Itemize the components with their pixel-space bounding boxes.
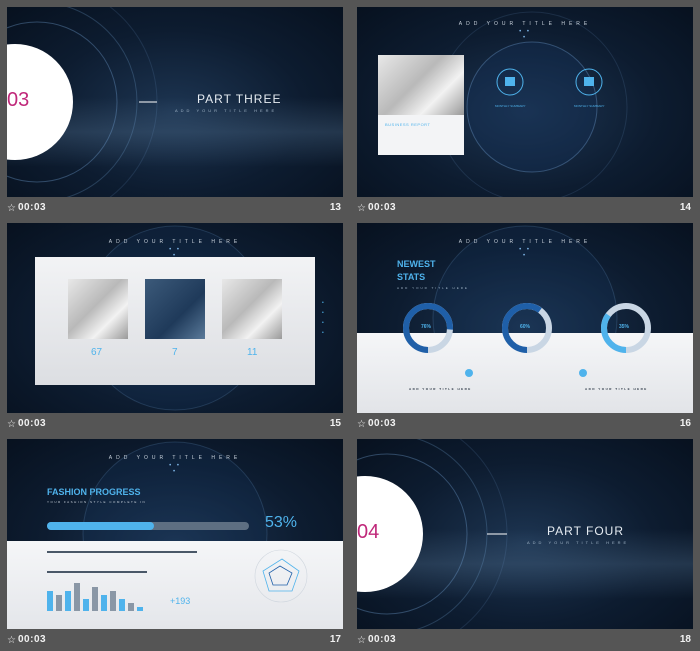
slide-duration: 00:03	[18, 418, 47, 429]
part-subtitle: ADD YOUR TITLE HERE	[527, 540, 630, 545]
star-icon: ☆	[357, 635, 366, 646]
donut-label-2: 60%	[520, 324, 531, 330]
slide-number: 18	[679, 634, 691, 645]
thumbnail-15[interactable]: ADD YOUR TITLE HERE • • • 67 7 11 • • • • ☆…	[7, 223, 343, 435]
thumbnail-13[interactable]: 03 PART THREE ADD YOUR TITLE HERE ☆ 00:0…	[7, 7, 343, 219]
summary-label-2: MONTHLY SUMMARY	[574, 104, 605, 108]
bar-mark	[74, 583, 80, 611]
stat-value-1: 67	[91, 347, 103, 358]
bar-mark	[137, 607, 143, 611]
thumbnail-18[interactable]: 04 PART FOUR ADD YOUR TITLE HERE ☆ 00:03…	[357, 439, 693, 651]
footer-marker-1	[465, 369, 473, 377]
donut-label-3: 35%	[619, 324, 630, 330]
bar-mark	[65, 591, 71, 611]
report-card	[378, 115, 464, 155]
footer-marker-2	[579, 369, 587, 377]
donut-charts	[403, 303, 651, 353]
bar-mark	[101, 595, 107, 611]
bar-mark	[110, 591, 116, 611]
footer-label-2: ADD YOUR TITLE HERE	[585, 387, 648, 391]
dots-right: • • • •	[322, 300, 324, 336]
slide-16-preview: ADD YOUR TITLE HERE • • • NEWEST STATS A…	[357, 223, 693, 413]
part-title: PART FOUR	[547, 524, 625, 538]
heading-dots: • • •	[519, 29, 531, 41]
bar-mark	[56, 595, 62, 611]
stat-value-3: 11	[247, 347, 258, 358]
slide-duration: 00:03	[368, 418, 397, 429]
star-icon: ☆	[7, 203, 16, 214]
slide-number: 17	[329, 634, 341, 645]
bar-mark	[92, 587, 98, 611]
bar-mark	[83, 599, 89, 611]
footer-label-1: ADD YOUR TITLE HERE	[409, 387, 472, 391]
bar-mark	[47, 591, 53, 611]
rings-decoration	[7, 7, 158, 197]
slide-heading: ADD YOUR TITLE HERE	[458, 21, 592, 27]
document-photo	[378, 55, 464, 115]
bar-mark	[128, 603, 134, 611]
slide-15-preview: ADD YOUR TITLE HERE • • • 67 7 11 • • • •	[7, 223, 343, 413]
star-icon: ☆	[357, 419, 366, 430]
slide-duration: 00:03	[18, 202, 47, 213]
thumbnail-14[interactable]: ADD YOUR TITLE HERE • • • BUSINESS REPOR…	[357, 7, 693, 219]
rings-decoration	[357, 439, 508, 629]
slide-number: 16	[679, 418, 691, 429]
stat-value-2: 7	[172, 347, 178, 358]
slide-18-preview: 04 PART FOUR ADD YOUR TITLE HERE	[357, 439, 693, 629]
document-photo	[222, 279, 282, 339]
slide-duration: 00:03	[368, 202, 397, 213]
slide-duration: 00:03	[18, 634, 47, 645]
summary-label-1: MONTHLY SUMMARY	[495, 104, 526, 108]
slide-number: 14	[679, 202, 691, 213]
section-badge: 04	[357, 521, 380, 543]
slide-17-preview: ADD YOUR TITLE HERE • • • FASHION PROGRE…	[7, 439, 343, 629]
presentation-photo	[145, 279, 205, 339]
thumbnail-16[interactable]: ADD YOUR TITLE HERE • • • NEWEST STATS A…	[357, 223, 693, 435]
donut-label-1: 76%	[421, 324, 432, 330]
meeting-photo	[68, 279, 128, 339]
counter-value: +193	[170, 596, 191, 606]
slide-13-preview: 03 PART THREE ADD YOUR TITLE HERE	[7, 7, 343, 197]
slide-number: 15	[329, 418, 341, 429]
part-title: PART THREE	[197, 92, 282, 106]
part-subtitle: ADD YOUR TITLE HERE	[175, 108, 278, 113]
bar-mark	[119, 599, 125, 611]
star-icon: ☆	[357, 203, 366, 214]
section-badge: 03	[7, 89, 30, 111]
card-title: BUSINESS REPORT	[385, 122, 431, 127]
slide-heading: ADD YOUR TITLE HERE	[108, 239, 242, 245]
slide-14-preview: ADD YOUR TITLE HERE • • • BUSINESS REPOR…	[357, 7, 693, 197]
slide-duration: 00:03	[368, 634, 397, 645]
thumbnail-17[interactable]: ADD YOUR TITLE HERE • • • FASHION PROGRE…	[7, 439, 343, 651]
star-icon: ☆	[7, 635, 16, 646]
star-icon: ☆	[7, 419, 16, 430]
slide-number: 13	[329, 202, 341, 213]
